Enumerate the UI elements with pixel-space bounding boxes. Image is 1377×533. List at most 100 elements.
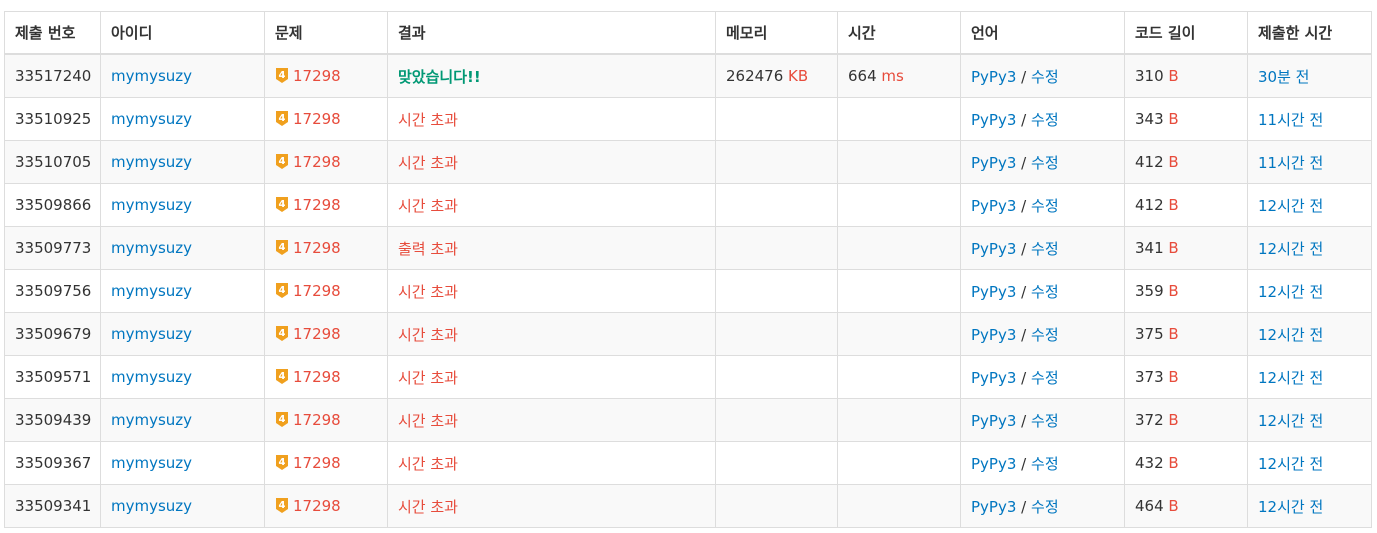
result-text: 시간 초과 [398, 411, 458, 430]
language-link[interactable]: PyPy3 [971, 283, 1016, 301]
user-id-link[interactable]: mymysuzy [111, 239, 192, 257]
problem-link[interactable]: 17298 [293, 153, 341, 171]
problem-link[interactable]: 17298 [293, 282, 341, 300]
language-link[interactable]: PyPy3 [971, 455, 1016, 473]
result-text: 시간 초과 [398, 153, 458, 172]
gold-4-tier-icon: 4 [275, 325, 289, 342]
memory-cell [715, 269, 838, 313]
result-cell: 시간 초과 [387, 97, 716, 141]
submitted-time-link[interactable]: 11시간 전 [1258, 111, 1323, 129]
language-link[interactable]: PyPy3 [971, 498, 1016, 516]
submitted-time-link[interactable]: 12시간 전 [1258, 412, 1323, 430]
gold-4-tier-icon: 4 [275, 282, 289, 299]
language-link[interactable]: PyPy3 [971, 326, 1016, 344]
submission-status-table: 제출 번호 아이디 문제 결과 메모리 시간 언어 코드 길이 제출한 시간 3… [4, 11, 1372, 528]
language-link[interactable]: PyPy3 [971, 197, 1016, 215]
language-link[interactable]: PyPy3 [971, 111, 1016, 129]
edit-link[interactable]: 수정 [1031, 283, 1059, 301]
code-length-value: 341 [1135, 239, 1164, 257]
submission-id: 33509341 [4, 484, 101, 528]
result-cell: 출력 초과 [387, 226, 716, 270]
submitted-time-cell: 12시간 전 [1247, 484, 1372, 528]
edit-link[interactable]: 수정 [1031, 326, 1059, 344]
language-cell: PyPy3 / 수정 [960, 140, 1125, 184]
edit-link[interactable]: 수정 [1031, 111, 1059, 129]
user-id-link[interactable]: mymysuzy [111, 196, 192, 214]
language-separator: / [1021, 110, 1027, 129]
submission-id-text: 33510925 [15, 110, 92, 128]
submission-id: 33509679 [4, 312, 101, 356]
result-text: 시간 초과 [398, 497, 458, 516]
code-length-unit: B [1168, 282, 1179, 300]
time-cell [837, 355, 961, 399]
edit-link[interactable]: 수정 [1031, 197, 1059, 215]
language-separator: / [1021, 67, 1027, 86]
time-cell [837, 269, 961, 313]
user-id-link[interactable]: mymysuzy [111, 497, 192, 515]
result-cell: 시간 초과 [387, 398, 716, 442]
header-problem: 문제 [264, 11, 388, 55]
code-length-value: 343 [1135, 110, 1164, 128]
problem-link[interactable]: 17298 [293, 411, 341, 429]
submitted-time-cell: 12시간 전 [1247, 226, 1372, 270]
edit-link[interactable]: 수정 [1031, 240, 1059, 258]
problem-link[interactable]: 17298 [293, 196, 341, 214]
code-length-cell: 373 B [1124, 355, 1248, 399]
user-id-link[interactable]: mymysuzy [111, 411, 192, 429]
edit-link[interactable]: 수정 [1031, 498, 1059, 516]
user-id-link[interactable]: mymysuzy [111, 67, 192, 85]
problem-link[interactable]: 17298 [293, 368, 341, 386]
memory-cell [715, 226, 838, 270]
submitted-time-link[interactable]: 12시간 전 [1258, 455, 1323, 473]
problem-link[interactable]: 17298 [293, 497, 341, 515]
user-id-link[interactable]: mymysuzy [111, 153, 192, 171]
result-text: 출력 초과 [398, 239, 458, 258]
gold-4-tier-icon: 4 [275, 110, 289, 127]
problem-cell: 4 17298 [264, 355, 388, 399]
submitted-time-link[interactable]: 11시간 전 [1258, 154, 1323, 172]
submitted-time-link[interactable]: 12시간 전 [1258, 283, 1323, 301]
submitted-time-cell: 12시간 전 [1247, 269, 1372, 313]
submitted-time-link[interactable]: 12시간 전 [1258, 240, 1323, 258]
problem-cell: 4 17298 [264, 441, 388, 485]
edit-link[interactable]: 수정 [1031, 412, 1059, 430]
submitted-time-link[interactable]: 12시간 전 [1258, 498, 1323, 516]
problem-link[interactable]: 17298 [293, 239, 341, 257]
language-separator: / [1021, 239, 1027, 258]
submitted-time-link[interactable]: 12시간 전 [1258, 326, 1323, 344]
result-text: 시간 초과 [398, 454, 458, 473]
user-id-cell: mymysuzy [100, 269, 265, 313]
language-link[interactable]: PyPy3 [971, 369, 1016, 387]
user-id-link[interactable]: mymysuzy [111, 282, 192, 300]
problem-cell: 4 17298 [264, 484, 388, 528]
language-cell: PyPy3 / 수정 [960, 183, 1125, 227]
status-table-container: 제출 번호 아이디 문제 결과 메모리 시간 언어 코드 길이 제출한 시간 3… [4, 11, 1372, 528]
edit-link[interactable]: 수정 [1031, 68, 1059, 86]
problem-link[interactable]: 17298 [293, 454, 341, 472]
header-result: 결과 [387, 11, 716, 55]
edit-link[interactable]: 수정 [1031, 369, 1059, 387]
result-text: 시간 초과 [398, 325, 458, 344]
code-length-unit: B [1168, 411, 1179, 429]
language-cell: PyPy3 / 수정 [960, 355, 1125, 399]
problem-link[interactable]: 17298 [293, 110, 341, 128]
svg-text:4: 4 [279, 328, 286, 339]
problem-cell: 4 17298 [264, 97, 388, 141]
edit-link[interactable]: 수정 [1031, 154, 1059, 172]
language-link[interactable]: PyPy3 [971, 240, 1016, 258]
svg-text:4: 4 [279, 70, 286, 81]
submitted-time-link[interactable]: 12시간 전 [1258, 197, 1323, 215]
problem-link[interactable]: 17298 [293, 325, 341, 343]
user-id-link[interactable]: mymysuzy [111, 454, 192, 472]
user-id-link[interactable]: mymysuzy [111, 368, 192, 386]
language-link[interactable]: PyPy3 [971, 154, 1016, 172]
user-id-link[interactable]: mymysuzy [111, 325, 192, 343]
language-link[interactable]: PyPy3 [971, 68, 1016, 86]
submitted-time-link[interactable]: 12시간 전 [1258, 369, 1323, 387]
edit-link[interactable]: 수정 [1031, 455, 1059, 473]
user-id-link[interactable]: mymysuzy [111, 110, 192, 128]
language-link[interactable]: PyPy3 [971, 412, 1016, 430]
submitted-time-link[interactable]: 30분 전 [1258, 68, 1309, 86]
problem-link[interactable]: 17298 [293, 67, 341, 85]
submitted-time-cell: 12시간 전 [1247, 183, 1372, 227]
